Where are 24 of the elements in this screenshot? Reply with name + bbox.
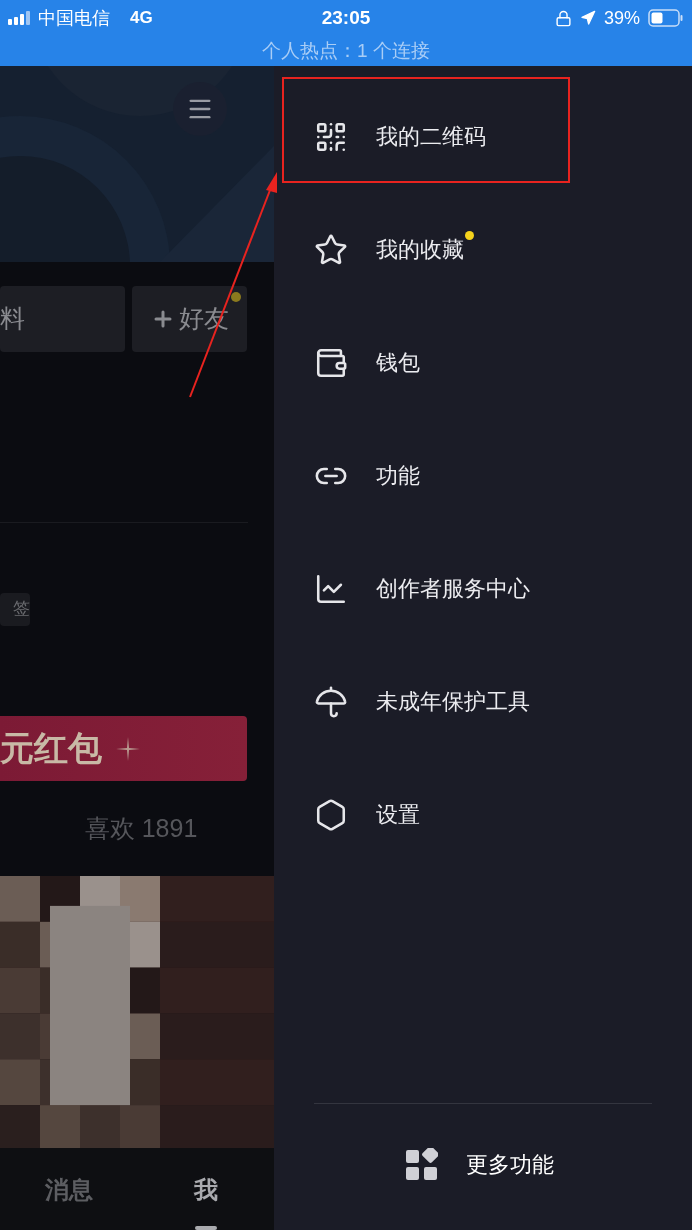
hexagon-icon (314, 797, 348, 832)
rotation-lock-icon (554, 9, 572, 27)
battery-percent: 39% (603, 6, 640, 30)
drawer-menu-item[interactable]: 我的二维码 (274, 80, 692, 193)
umbrella-icon (314, 684, 348, 719)
battery-icon (648, 9, 684, 27)
drawer-menu-item[interactable]: 创作者服务中心 (274, 532, 692, 645)
likes-count: 喜欢 1891 (84, 812, 198, 844)
network-type: 4G (130, 7, 153, 30)
grid-icon (406, 1148, 438, 1180)
drawer-menu-item[interactable]: 未成年保护工具 (274, 645, 692, 758)
profile-button[interactable]: 料 (0, 286, 125, 352)
drawer-menu-item[interactable]: 钱包 (274, 306, 692, 419)
tab[interactable]: 我 (137, 1172, 274, 1230)
star-icon (314, 232, 348, 267)
clock-time: 23:05 (321, 5, 371, 30)
drawer-menu-item[interactable]: 设置 (274, 758, 692, 871)
promo-banner[interactable]: 元红包 (0, 715, 247, 782)
carrier-name: 中国电信 (38, 6, 110, 30)
hotspot-status: 个人热点：1 个连接 (262, 38, 430, 63)
drawer-menu-item[interactable]: 功能 (274, 419, 692, 532)
drawer-menu-item[interactable]: 我的收藏 (274, 193, 692, 306)
more-features-link[interactable]: 更多功能 (466, 1147, 554, 1181)
location-icon (579, 10, 596, 26)
